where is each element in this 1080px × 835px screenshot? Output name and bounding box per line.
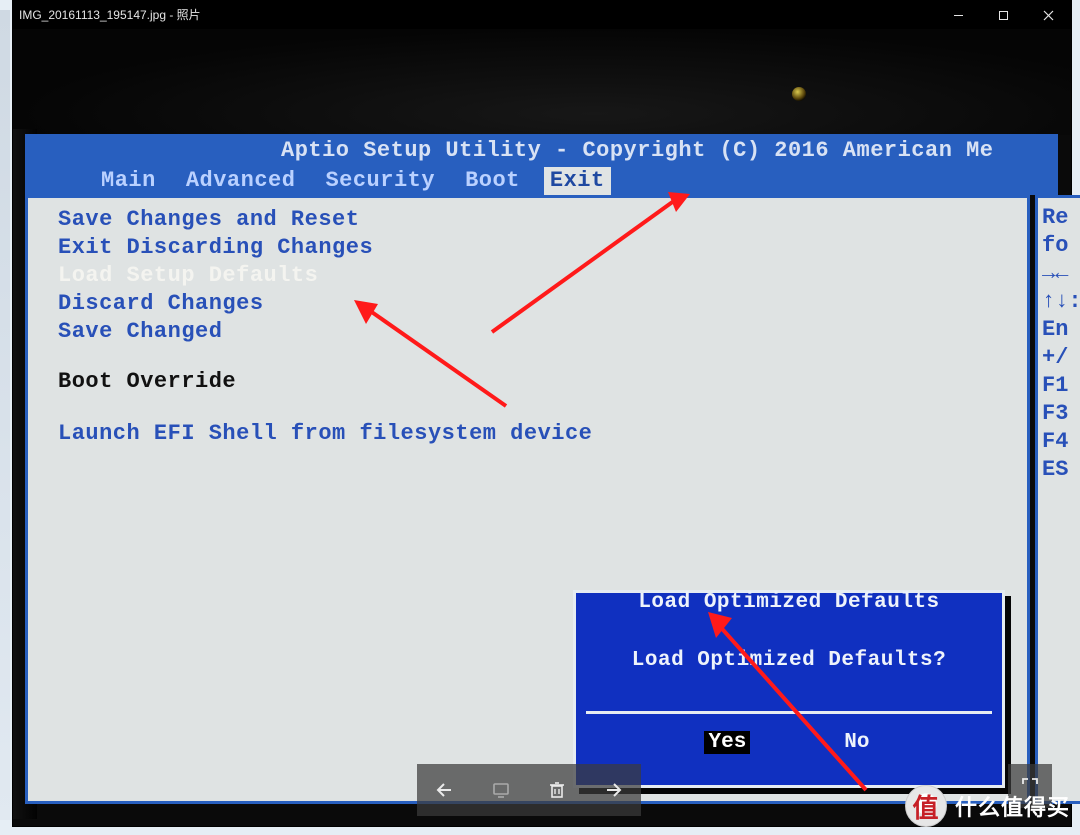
toolbar-back-button[interactable] bbox=[417, 764, 473, 816]
toolbar-next-button[interactable] bbox=[585, 764, 641, 816]
arrow-left-icon bbox=[435, 780, 455, 800]
help-l14: +/ bbox=[1042, 344, 1080, 372]
window-titlebar[interactable]: IMG_20161113_195147.jpg - 照片 bbox=[13, 1, 1071, 29]
bios-screen: Aptio Setup Utility - Copyright (C) 2016… bbox=[25, 134, 1058, 804]
menu-item-discard-changes[interactable]: Discard Changes bbox=[58, 290, 592, 318]
bios-exit-menu: Save Changes and Reset Exit Discarding C… bbox=[58, 206, 592, 448]
trash-icon bbox=[547, 780, 567, 800]
bios-dialog-button-no[interactable]: No bbox=[840, 731, 873, 754]
menu-item-launch-efi-shell[interactable]: Launch EFI Shell from filesystem device bbox=[58, 420, 592, 448]
bios-tab-boot[interactable]: Boot bbox=[459, 167, 526, 195]
bios-body: Save Changes and Reset Exit Discarding C… bbox=[25, 195, 1030, 804]
bios-help-panel: Re fo →← ↑↓: En +/ F1 F3 F4 ES bbox=[1035, 195, 1080, 804]
close-button[interactable] bbox=[1026, 1, 1071, 29]
bios-dialog-title: Load Optimized Defaults bbox=[600, 591, 978, 614]
desktop-bg-left bbox=[0, 10, 10, 820]
help-l11: →← bbox=[1042, 260, 1080, 288]
photo-viewer-toolbar bbox=[417, 764, 641, 816]
arrow-right-icon bbox=[603, 780, 623, 800]
watermark-text: 什么值得买 bbox=[955, 790, 1070, 822]
toolbar-delete-button[interactable] bbox=[529, 764, 585, 816]
laptop-bezel-top bbox=[13, 29, 1071, 135]
watermark: 值 什么值得买 bbox=[905, 783, 1070, 829]
bios-dialog-load-defaults: Load Optimized Defaults Load Optimized D… bbox=[573, 590, 1005, 788]
menu-item-save-reset[interactable]: Save Changes and Reset bbox=[58, 206, 592, 234]
watermark-badge-icon: 值 bbox=[905, 785, 947, 827]
help-l16: F3 bbox=[1042, 400, 1080, 428]
help-l0: Re bbox=[1042, 204, 1080, 232]
minimize-button[interactable] bbox=[936, 1, 981, 29]
menu-section-boot-override: Boot Override bbox=[58, 368, 592, 396]
bios-dialog-separator bbox=[586, 711, 992, 714]
help-l15: F1 bbox=[1042, 372, 1080, 400]
bios-tab-exit[interactable]: Exit bbox=[544, 167, 611, 195]
menu-item-exit-discard[interactable]: Exit Discarding Changes bbox=[58, 234, 592, 262]
bios-tab-main[interactable]: Main bbox=[95, 167, 162, 195]
help-l17: F4 bbox=[1042, 428, 1080, 456]
bios-tab-bar: Main Advanced Security Boot Exit bbox=[25, 167, 1058, 195]
help-l13: En bbox=[1042, 316, 1080, 344]
help-l18: ES bbox=[1042, 456, 1080, 484]
menu-item-load-defaults[interactable]: Load Setup Defaults bbox=[58, 262, 592, 290]
bios-tab-security[interactable]: Security bbox=[319, 167, 441, 195]
bios-tab-advanced[interactable]: Advanced bbox=[180, 167, 302, 195]
slideshow-icon bbox=[491, 780, 511, 800]
bios-dialog-button-yes[interactable]: Yes bbox=[704, 731, 750, 754]
menu-item-save-changed[interactable]: Save Changed bbox=[58, 318, 592, 346]
window-title: IMG_20161113_195147.jpg - 照片 bbox=[19, 1, 201, 29]
bios-dialog-message: Load Optimized Defaults? bbox=[576, 649, 1002, 672]
help-l12: ↑↓: bbox=[1042, 288, 1080, 316]
webcam-led-icon bbox=[792, 87, 806, 101]
toolbar-comment-button[interactable] bbox=[473, 764, 529, 816]
maximize-button[interactable] bbox=[981, 1, 1026, 29]
bios-header: Aptio Setup Utility - Copyright (C) 2016… bbox=[25, 134, 1058, 167]
help-l1: fo bbox=[1042, 232, 1080, 260]
